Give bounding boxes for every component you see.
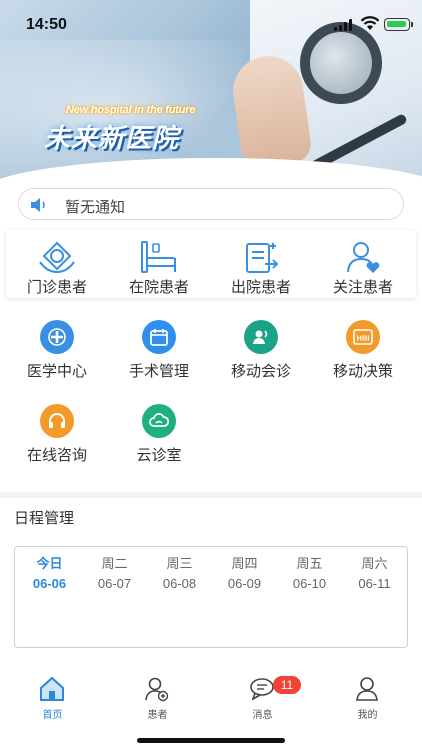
followed-patient-label: 关注患者	[332, 279, 393, 296]
status-time: 14:50	[26, 16, 67, 33]
inpatient-label: 在院患者	[128, 279, 189, 296]
schedule-calendar: 今日 06-06 周二 06-07 周三 06-08 周四 06-09 周五 0…	[14, 546, 408, 648]
svg-text:HBI: HBI	[357, 334, 370, 343]
banner-slogan-cn: 未来新医院	[44, 123, 180, 153]
schedule-date: 06-06	[32, 576, 67, 591]
schedule-date: 06-10	[292, 576, 327, 591]
tab-home[interactable]: 首页	[0, 676, 105, 726]
surgery-management-button[interactable]: 手术管理	[108, 320, 210, 390]
schedule-day-5[interactable]: 周六 06-11	[342, 555, 407, 593]
schedule-weekday: 今日	[36, 556, 63, 571]
headset-icon	[40, 404, 74, 438]
inpatient-bed-icon	[141, 241, 176, 273]
banner-slogan-en: New hospital in the future	[66, 104, 196, 116]
tab-mine-label: 我的	[357, 710, 378, 721]
schedule-day-1[interactable]: 周二 06-07	[82, 555, 147, 593]
schedule-weekday: 周三	[166, 556, 193, 571]
hbi-decision-icon: HBI	[346, 320, 380, 354]
followed-patient-icon	[347, 242, 380, 273]
schedule-date: 06-11	[358, 576, 391, 591]
tab-patients[interactable]: 患者	[105, 676, 210, 726]
notice-text: 暂无通知	[65, 199, 126, 216]
tab-patients-label: 患者	[147, 710, 168, 721]
cellular-signal-icon	[334, 19, 354, 31]
discharge-label: 出院患者	[230, 279, 291, 296]
medical-center-label: 医学中心	[26, 363, 87, 380]
medical-center-icon	[40, 320, 74, 354]
mobile-decision-button[interactable]: HBI 移动决策	[312, 320, 414, 390]
schedule-weekday: 周六	[361, 556, 388, 571]
schedule-weekday: 周四	[231, 556, 258, 571]
schedule-title: 日程管理	[14, 510, 75, 527]
outpatient-label: 门诊患者	[26, 279, 87, 296]
schedule-date: 06-09	[227, 576, 262, 591]
schedule-day-4[interactable]: 周五 06-10	[277, 555, 342, 593]
section-divider	[0, 492, 422, 498]
mobile-consultation-button[interactable]: 移动会诊	[210, 320, 312, 390]
online-consult-button[interactable]: 在线咨询	[6, 404, 108, 474]
online-consult-label: 在线咨询	[26, 447, 87, 464]
mobile-consultation-label: 移动会诊	[230, 363, 291, 380]
schedule-weekday: 周五	[296, 556, 323, 571]
medical-center-button[interactable]: 医学中心	[6, 320, 108, 390]
cloud-clinic-icon	[142, 404, 176, 438]
battery-icon	[384, 18, 413, 31]
outpatient-icon	[39, 241, 75, 274]
followed-patient-button[interactable]: 关注患者	[312, 230, 414, 298]
notice-bar[interactable]: 暂无通知	[18, 188, 404, 220]
schedule-day-3[interactable]: 周四 06-09	[212, 555, 277, 593]
discharge-button[interactable]: 出院患者	[210, 230, 312, 298]
schedule-date: 06-08	[162, 576, 197, 591]
patient-category-panel: 门诊患者 在院患者 出院患者 关注患者	[6, 230, 416, 298]
discharge-icon	[246, 243, 279, 273]
status-bar: 14:50	[0, 0, 422, 46]
cloud-clinic-label: 云诊室	[136, 447, 182, 464]
consultation-icon	[244, 320, 278, 354]
bottom-tab-bar: 首页 患者 消息 我的	[0, 666, 422, 726]
mobile-decision-label: 移动决策	[332, 363, 393, 380]
message-icon	[250, 678, 274, 701]
inpatient-button[interactable]: 在院患者	[108, 230, 210, 298]
speaker-icon	[31, 198, 45, 212]
profile-icon	[356, 677, 378, 701]
tab-messages-label: 消息	[252, 710, 273, 721]
schedule-day-0[interactable]: 今日 06-06	[17, 555, 82, 593]
schedule-date: 06-07	[97, 576, 132, 591]
patient-icon	[145, 677, 169, 702]
tab-mine[interactable]: 我的	[315, 676, 420, 726]
tab-home-label: 首页	[42, 710, 63, 721]
home-indicator	[137, 738, 285, 743]
outpatient-button[interactable]: 门诊患者	[6, 230, 108, 298]
surgery-calendar-icon	[142, 320, 176, 354]
wifi-icon	[360, 16, 380, 30]
schedule-weekday: 周二	[101, 556, 128, 571]
surgery-management-label: 手术管理	[128, 363, 189, 380]
cloud-clinic-button[interactable]: 云诊室	[108, 404, 210, 474]
home-icon	[40, 676, 64, 701]
schedule-day-2[interactable]: 周三 06-08	[147, 555, 212, 593]
message-count-badge: 11	[273, 676, 301, 694]
